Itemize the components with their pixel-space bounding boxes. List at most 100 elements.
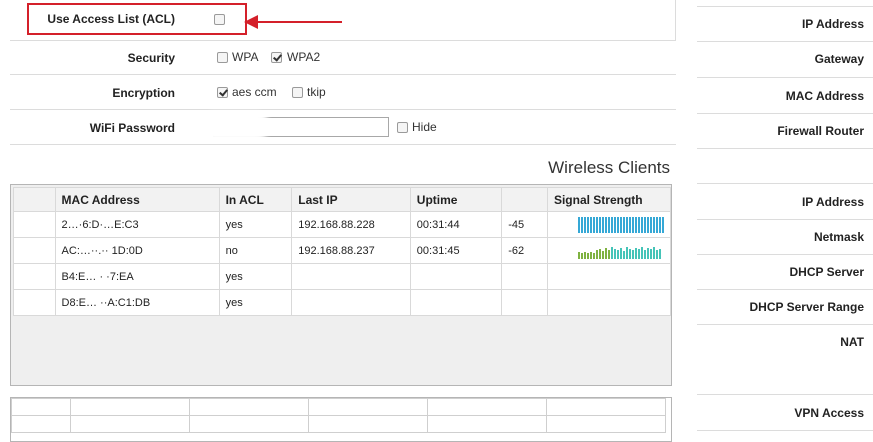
row-spacer-cell: [13, 263, 56, 290]
table-cell: [70, 398, 190, 416]
mac-address-cell: AC:…··.·· 1D:0D: [54, 237, 220, 264]
signal-bars-weak: [577, 243, 664, 259]
table-cell: [546, 398, 666, 416]
wpa2-checkbox[interactable]: [271, 52, 282, 63]
wireless-clients-table: MAC Address In ACL Last IP Uptime Signal…: [13, 187, 672, 316]
row-divider: [697, 183, 873, 184]
row-divider: [10, 74, 676, 75]
table-cell: [427, 415, 547, 433]
signal-strength-cell: [546, 211, 672, 238]
gateway-label: Gateway: [814, 52, 864, 66]
row-divider: [697, 254, 873, 255]
table-cell: [11, 415, 71, 433]
in-acl-cell: yes: [218, 289, 293, 316]
wpa-option-label: WPA: [232, 50, 259, 64]
uptime-cell: 00:31:44: [409, 211, 503, 238]
table-row[interactable]: 2…·6:D·…E:C3 yes 192.168.88.228 00:31:44…: [13, 211, 672, 238]
row-divider: [697, 324, 873, 325]
encryption-label: Encryption: [112, 86, 175, 100]
ip-address-label: IP Address: [801, 17, 864, 31]
row-divider: [697, 6, 873, 7]
row-divider: [697, 148, 873, 149]
row-spacer-cell: [13, 289, 56, 316]
uptime-cell: [409, 263, 503, 290]
security-label: Security: [127, 51, 175, 65]
hide-option-label: Hide: [412, 120, 437, 134]
wireless-settings-panel: Use Access List (ACL) Security WPA WPA2 …: [0, 0, 676, 442]
table-header-row: MAC Address In ACL Last IP Uptime Signal…: [13, 187, 672, 212]
firewall-router-label: Firewall Router: [777, 124, 864, 138]
last-ip-cell: 192.168.88.228: [291, 211, 411, 238]
network-info-panel: IP Address Gateway MAC Address Firewall …: [697, 0, 873, 438]
row-divider: [697, 219, 873, 220]
row-divider: [10, 40, 676, 41]
mac-address-cell: B4:E… · ·7:EA: [54, 263, 220, 290]
row-divider: [697, 430, 873, 431]
acl-label: Use Access List (ACL): [47, 12, 175, 26]
table-cell: [308, 398, 428, 416]
last-ip-cell: 192.168.88.237: [291, 237, 411, 264]
table-cell: [11, 398, 71, 416]
red-arrow-icon: [244, 15, 342, 29]
column-header[interactable]: [501, 187, 548, 212]
netmask-label: Netmask: [813, 230, 864, 244]
dhcp-server-label: DHCP Server: [789, 265, 864, 279]
signal-strength-cell: [546, 237, 672, 264]
redaction-blur: [200, 112, 270, 140]
column-header-last-ip[interactable]: Last IP: [291, 187, 411, 212]
column-divider: [675, 0, 676, 40]
mac-address-cell: 2…·6:D·…E:C3: [54, 211, 220, 238]
row-spacer-cell: [13, 237, 56, 264]
signal-dbm-cell: -62: [501, 237, 548, 264]
column-header-in-acl[interactable]: In ACL: [218, 187, 293, 212]
row-divider: [697, 41, 873, 42]
row-spacer-cell: [13, 211, 56, 238]
in-acl-cell: yes: [218, 211, 293, 238]
signal-strength-cell: [546, 289, 672, 316]
column-header-uptime[interactable]: Uptime: [409, 187, 503, 212]
secondary-table: [11, 398, 666, 433]
tkip-checkbox[interactable]: [292, 87, 303, 98]
table-row[interactable]: B4:E… · ·7:EA yes: [13, 263, 672, 290]
wpa-checkbox[interactable]: [217, 52, 228, 63]
acl-checkbox[interactable]: [214, 14, 225, 25]
table-cell: [70, 415, 190, 433]
wpa2-option-label: WPA2: [287, 50, 321, 64]
mac-address-label: MAC Address: [785, 89, 864, 103]
signal-dbm-cell: [501, 289, 548, 316]
uptime-cell: [409, 289, 503, 316]
column-header[interactable]: [13, 187, 56, 212]
uptime-cell: 00:31:45: [409, 237, 503, 264]
table-cell: [189, 398, 309, 416]
table-cell: [546, 415, 666, 433]
table-row[interactable]: D8:E… ··A:C1:DB yes: [13, 289, 672, 316]
last-ip-cell: [291, 289, 411, 316]
mac-address-cell: D8:E… ··A:C1:DB: [54, 289, 220, 316]
lan-ip-address-label: IP Address: [801, 195, 864, 209]
signal-bars-strong: [577, 216, 664, 233]
table-cell: [189, 415, 309, 433]
in-acl-cell: yes: [218, 263, 293, 290]
column-header-signal-strength[interactable]: Signal Strength: [546, 187, 672, 212]
table-row: [11, 398, 666, 416]
dhcp-server-range-label: DHCP Server Range: [749, 300, 865, 314]
table-cell: [427, 398, 547, 416]
row-divider: [10, 144, 676, 145]
table-row[interactable]: AC:…··.·· 1D:0D no 192.168.88.237 00:31:…: [13, 237, 672, 264]
secondary-table-container: [10, 397, 672, 442]
signal-dbm-cell: [501, 263, 548, 290]
last-ip-cell: [291, 263, 411, 290]
signal-strength-cell: [546, 263, 672, 290]
row-divider: [10, 109, 676, 110]
wireless-clients-table-container: MAC Address In ACL Last IP Uptime Signal…: [10, 184, 672, 386]
aes-ccm-checkbox[interactable]: [217, 87, 228, 98]
hide-password-checkbox[interactable]: [397, 122, 408, 133]
vpn-access-label: VPN Access: [794, 406, 864, 420]
nat-label: NAT: [840, 335, 864, 349]
row-divider: [697, 77, 873, 78]
aes-ccm-option-label: aes ccm: [232, 85, 277, 99]
column-header-mac-address[interactable]: MAC Address: [54, 187, 220, 212]
table-row: [11, 415, 666, 433]
row-divider: [697, 113, 873, 114]
in-acl-cell: no: [218, 237, 293, 264]
